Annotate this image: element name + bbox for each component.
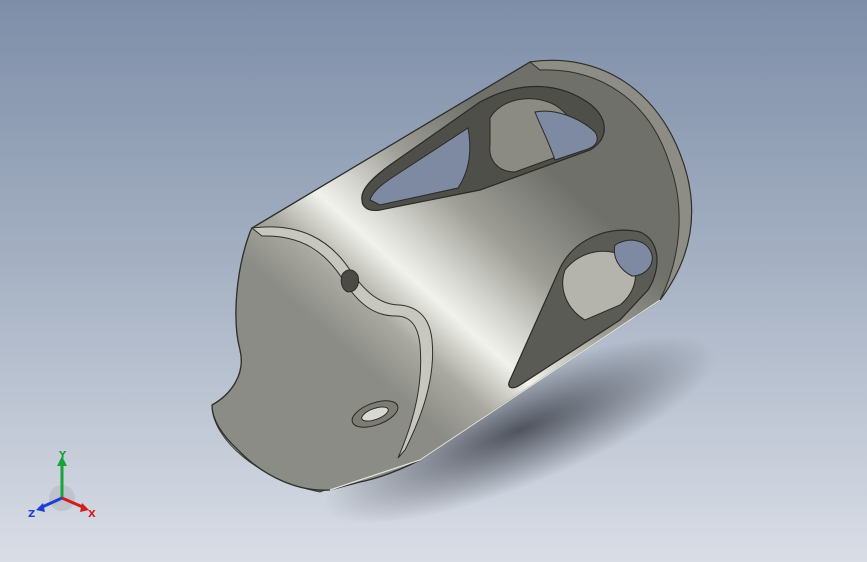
coordinate-triad: Y X Z <box>22 446 106 526</box>
side-hole <box>340 269 359 293</box>
triad-z-label: Z <box>28 509 35 520</box>
triad-y-label: Y <box>58 450 67 461</box>
triad-x-label: X <box>88 509 96 520</box>
triad-z-arrow-icon <box>36 503 45 512</box>
graphics-viewport[interactable]: Y X Z <box>0 0 867 562</box>
3d-model-view[interactable] <box>0 0 867 562</box>
